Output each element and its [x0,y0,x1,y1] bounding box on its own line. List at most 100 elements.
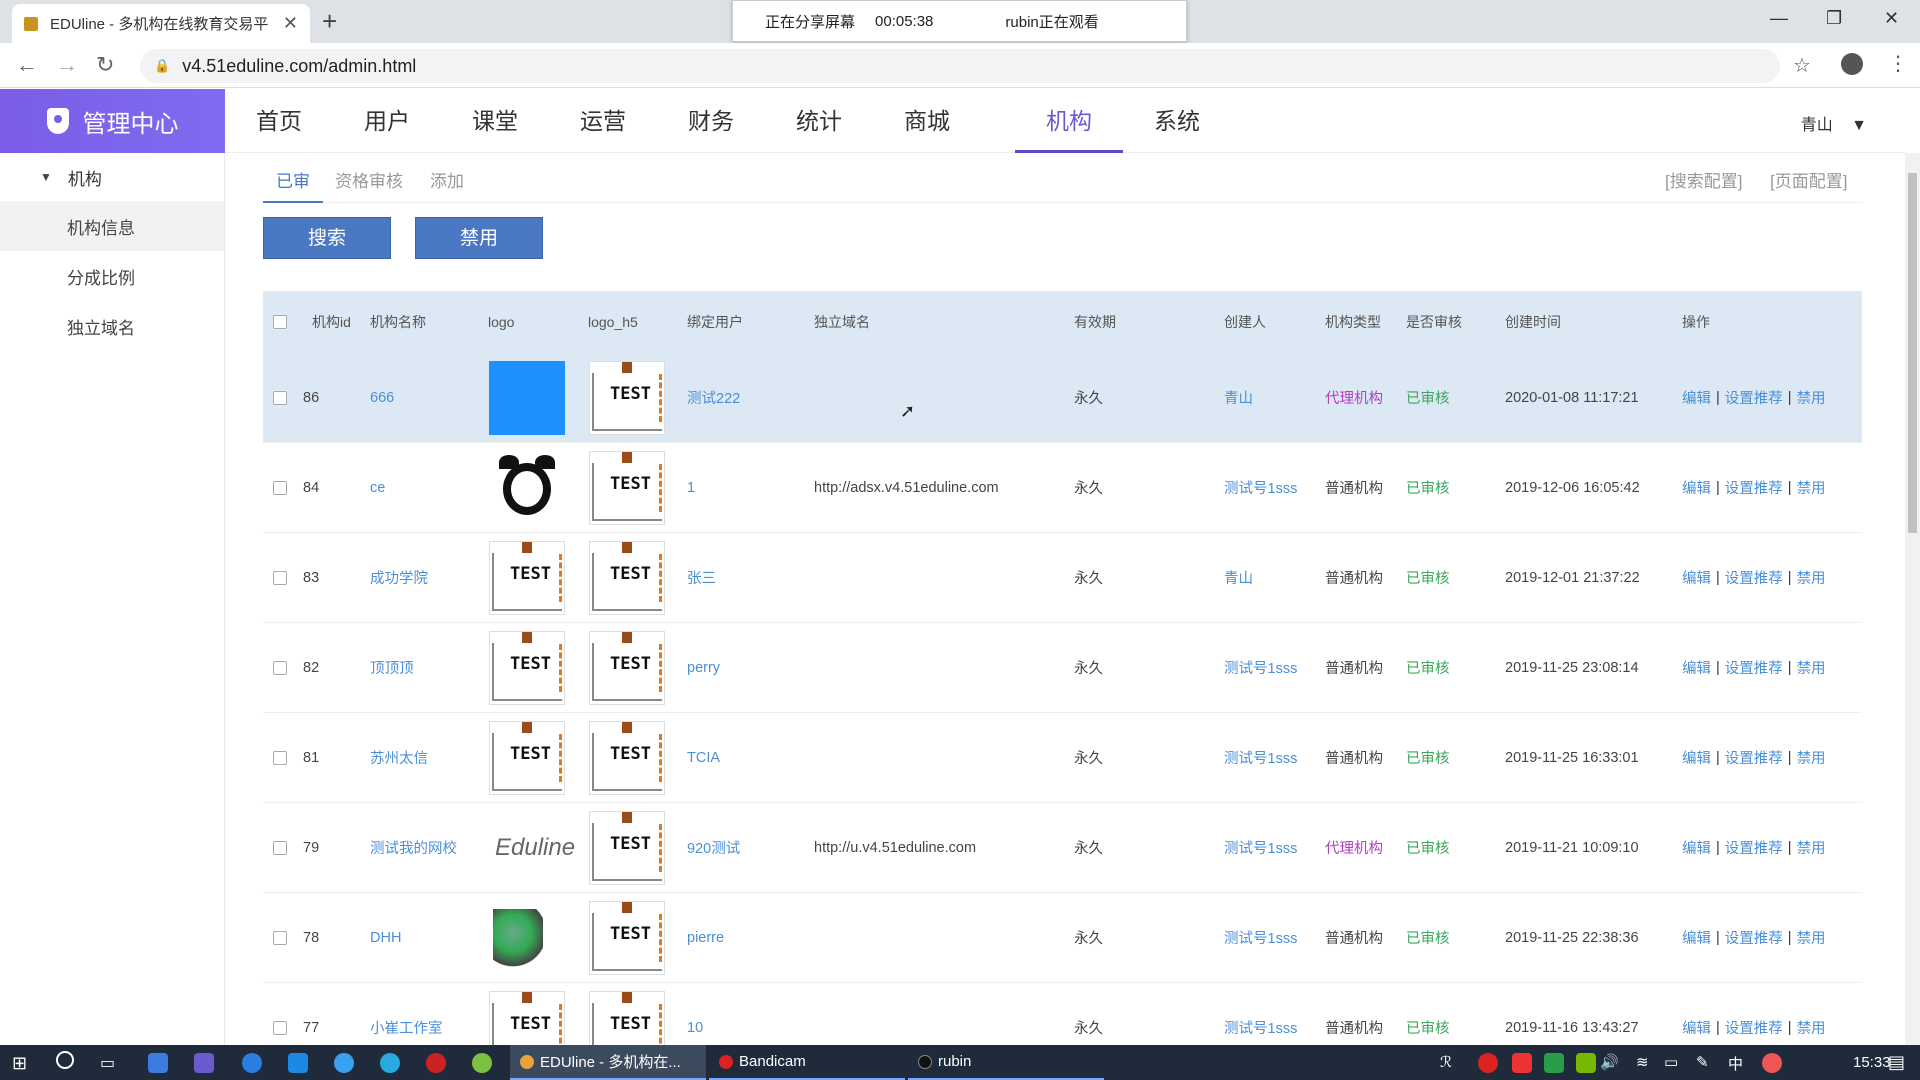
user-menu[interactable]: 青山 ▼ [1801,111,1867,135]
maximize-icon[interactable]: ❐ [1826,8,1842,29]
disable-link[interactable]: 禁用 [1797,837,1826,858]
app-icon[interactable] [334,1053,354,1073]
cell-name[interactable]: 苏州太信 [370,713,428,802]
pen-icon[interactable]: ✎ [1696,1053,1709,1071]
cell-name[interactable]: DHH [370,893,401,982]
edit-link[interactable]: 编辑 [1682,1017,1711,1038]
cell-creator[interactable]: 测试号1sss [1224,623,1297,712]
ime-indicator[interactable]: 中 [1728,1053,1743,1074]
nav-home[interactable]: 首页 [225,89,333,153]
taskbar-app-eduline[interactable]: EDUline - 多机构在... [510,1045,706,1080]
task-view-icon[interactable]: ▭ [100,1053,115,1073]
app-icon[interactable] [148,1053,168,1073]
sogou-icon[interactable] [1762,1053,1782,1073]
new-tab-button[interactable]: + [322,6,337,37]
scrollbar-thumb[interactable] [1908,173,1917,533]
app-icon[interactable] [426,1053,446,1073]
edit-link[interactable]: 编辑 [1682,747,1711,768]
edit-link[interactable]: 编辑 [1682,927,1711,948]
nav-finance[interactable]: 财务 [657,89,765,153]
row-checkbox[interactable] [273,750,287,765]
volume-icon[interactable]: 🔊 [1600,1053,1619,1071]
back-icon[interactable]: ← [16,52,38,78]
row-checkbox[interactable] [273,930,287,945]
cell-bound-user[interactable]: 920测试 [687,803,740,892]
wifi-icon[interactable]: ≋ [1636,1053,1649,1071]
tab-add[interactable]: 添加 [430,167,464,192]
cell-creator[interactable]: 测试号1sss [1224,803,1297,892]
select-all-checkbox[interactable] [273,315,287,329]
tab-approved[interactable]: 已审 [276,167,310,192]
minimize-icon[interactable]: — [1770,8,1788,29]
cell-bound-user[interactable]: 1 [687,443,695,532]
sidebar-item-revenue-share[interactable]: 分成比例 [0,251,224,301]
page-config-link[interactable]: [页面配置] [1770,167,1847,192]
cell-bound-user[interactable]: pierre [687,893,724,982]
people-icon[interactable]: ℛ [1440,1053,1452,1071]
cell-bound-user[interactable]: 张三 [687,533,716,622]
nav-mall[interactable]: 商城 [873,89,981,153]
page-scrollbar[interactable] [1905,153,1920,1045]
edit-link[interactable]: 编辑 [1682,477,1711,498]
set-recommend-link[interactable]: 设置推荐 [1725,837,1783,858]
cell-creator[interactable]: 测试号1sss [1224,443,1297,532]
shield-tray-icon[interactable] [1544,1053,1564,1073]
cell-name[interactable]: 666 [370,353,394,442]
taskbar-clock[interactable]: 15:33 [1853,1054,1891,1071]
set-recommend-link[interactable]: 设置推荐 [1725,387,1783,408]
cell-creator[interactable]: 测试号1sss [1224,893,1297,982]
set-recommend-link[interactable]: 设置推荐 [1725,747,1783,768]
app-icon[interactable] [380,1053,400,1073]
disable-link[interactable]: 禁用 [1797,567,1826,588]
disable-link[interactable]: 禁用 [1797,657,1826,678]
edit-link[interactable]: 编辑 [1682,567,1711,588]
sidebar-group-institution[interactable]: ▼ 机构 [0,153,224,201]
url-input[interactable]: 🔒 v4.51eduline.com/admin.html [140,49,1780,83]
nav-institution[interactable]: 机构 [1015,89,1123,153]
record-icon[interactable] [1478,1053,1498,1073]
tray-icon[interactable] [1512,1053,1532,1073]
browser-tab[interactable]: EDUline - 多机构在线教育交易平 ✕ [12,4,310,43]
edit-link[interactable]: 编辑 [1682,837,1711,858]
nav-users[interactable]: 用户 [333,89,441,153]
app-icon[interactable] [194,1053,214,1073]
disable-link[interactable]: 禁用 [1797,747,1826,768]
sidebar-item-custom-domain[interactable]: 独立域名 [0,301,224,351]
set-recommend-link[interactable]: 设置推荐 [1725,477,1783,498]
disable-link[interactable]: 禁用 [1797,387,1826,408]
disable-link[interactable]: 禁用 [1797,1017,1826,1038]
cell-name[interactable]: 顶顶顶 [370,623,414,712]
taskbar-app-bandicam[interactable]: Bandicam [709,1045,905,1080]
set-recommend-link[interactable]: 设置推荐 [1725,1017,1783,1038]
set-recommend-link[interactable]: 设置推荐 [1725,567,1783,588]
cell-name[interactable]: 测试我的网校 [370,803,457,892]
edge-icon[interactable] [288,1053,308,1073]
nav-classroom[interactable]: 课堂 [441,89,549,153]
nav-statistics[interactable]: 统计 [765,89,873,153]
cell-name[interactable]: ce [370,443,385,532]
cell-creator[interactable]: 测试号1sss [1224,713,1297,802]
cell-bound-user[interactable]: perry [687,623,720,712]
account-icon[interactable] [1841,53,1863,75]
cell-name[interactable]: 成功学院 [370,533,428,622]
disable-link[interactable]: 禁用 [1797,927,1826,948]
set-recommend-link[interactable]: 设置推荐 [1725,657,1783,678]
window-close-icon[interactable]: ✕ [1884,8,1899,29]
nav-operations[interactable]: 运营 [549,89,657,153]
taskbar-app-rubin[interactable]: rubin [908,1045,1104,1080]
row-checkbox[interactable] [273,570,287,585]
row-checkbox[interactable] [273,840,287,855]
cell-bound-user[interactable]: TCIA [687,713,720,802]
browser-icon[interactable] [242,1053,262,1073]
edit-link[interactable]: 编辑 [1682,657,1711,678]
row-checkbox[interactable] [273,390,287,405]
cell-creator[interactable]: 青山 [1224,353,1253,442]
row-checkbox[interactable] [273,660,287,675]
forward-icon[interactable]: → [56,52,78,78]
nvidia-icon[interactable] [1576,1053,1596,1073]
windows-start-icon[interactable]: ⊞ [12,1053,27,1074]
edit-link[interactable]: 编辑 [1682,387,1711,408]
disable-link[interactable]: 禁用 [1797,477,1826,498]
set-recommend-link[interactable]: 设置推荐 [1725,927,1783,948]
row-checkbox[interactable] [273,480,287,495]
